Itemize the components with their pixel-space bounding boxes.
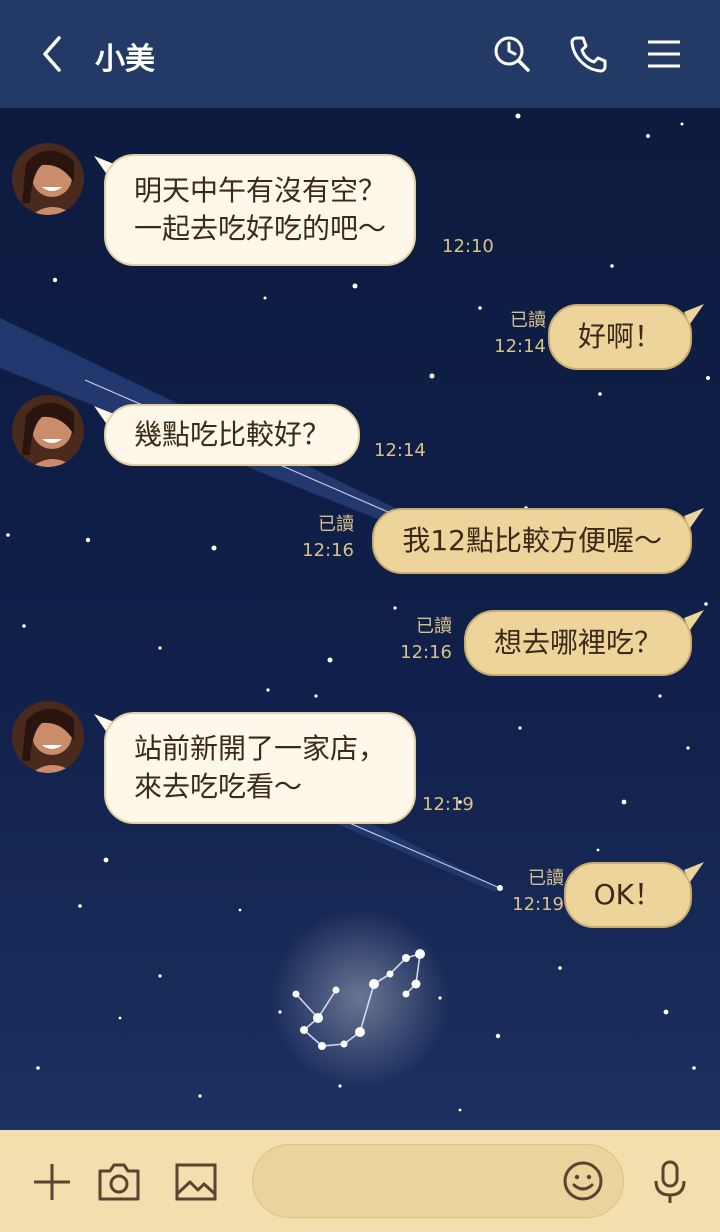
message-meta: 已讀 12:19	[512, 866, 564, 918]
camera-icon[interactable]	[93, 1156, 145, 1208]
chat-screen: 小美 明天中午有沒有空？ 一起去吃好吃的吧～ 12:10 已讀 12:14 好啊…	[0, 0, 720, 1232]
microphone-icon[interactable]	[644, 1156, 696, 1208]
avatar[interactable]	[12, 395, 84, 467]
phone-icon[interactable]	[564, 30, 612, 78]
message-bubble-outgoing[interactable]: 我12點比較方便喔～	[372, 508, 692, 574]
chat-title: 小美	[95, 42, 155, 77]
message-meta: 已讀 12:16	[302, 512, 354, 564]
message-time: 12:19	[422, 794, 474, 815]
smile-icon[interactable]	[559, 1157, 607, 1205]
read-receipt: 已讀	[510, 310, 546, 331]
message-bubble-outgoing[interactable]: OK！	[563, 862, 692, 928]
bubble-tail	[684, 304, 704, 324]
plus-icon[interactable]	[26, 1156, 78, 1208]
message-bubble-incoming[interactable]: 幾點吃比較好？	[104, 404, 361, 466]
bubble-tail	[684, 862, 704, 882]
message-time: 12:19	[512, 894, 564, 915]
message-list: 明天中午有沒有空？ 一起去吃好吃的吧～ 12:10 已讀 12:14 好啊！ 幾…	[0, 108, 720, 1130]
bubble-tail	[684, 508, 704, 528]
message-time: 12:14	[374, 440, 426, 461]
message-input-field[interactable]	[252, 1144, 624, 1218]
message-meta: 已讀 12:14	[494, 308, 546, 360]
message-time: 12:16	[400, 642, 452, 663]
message-bubble-incoming[interactable]: 明天中午有沒有空？ 一起去吃好吃的吧～	[104, 154, 417, 266]
menu-icon[interactable]	[640, 30, 688, 78]
read-receipt: 已讀	[528, 868, 564, 889]
message-meta: 已讀 12:16	[400, 614, 452, 666]
message-bubble-outgoing[interactable]: 想去哪裡吃？	[463, 610, 692, 676]
bubble-tail	[684, 610, 704, 630]
read-receipt: 已讀	[416, 616, 452, 637]
message-bubble-outgoing[interactable]: 好啊！	[547, 304, 692, 370]
message-time: 12:16	[302, 540, 354, 561]
image-icon[interactable]	[170, 1156, 222, 1208]
message-time: 12:10	[442, 236, 494, 257]
message-input[interactable]	[277, 1163, 561, 1201]
chat-header: 小美	[0, 0, 720, 108]
message-time: 12:14	[494, 336, 546, 357]
avatar[interactable]	[12, 143, 84, 215]
message-bubble-incoming[interactable]: 站前新開了一家店， 來去吃吃看～	[104, 712, 417, 824]
chat-input-bar	[0, 1130, 720, 1232]
read-receipt: 已讀	[318, 514, 354, 535]
avatar[interactable]	[12, 701, 84, 773]
back-chevron-icon[interactable]	[28, 30, 76, 78]
search-history-icon[interactable]	[488, 30, 536, 78]
